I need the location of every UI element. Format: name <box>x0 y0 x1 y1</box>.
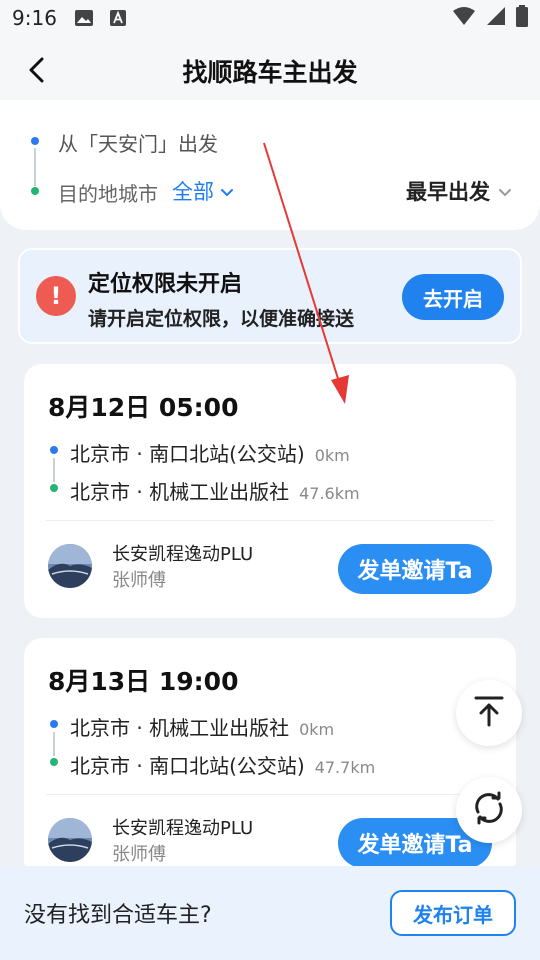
trip-start-distance: 0km <box>299 720 335 739</box>
route-connector <box>34 148 36 186</box>
enable-location-button[interactable]: 去开启 <box>402 274 504 320</box>
stop-connector <box>53 732 55 756</box>
app-header: 找顺路车主出发 <box>0 36 540 106</box>
end-dot <box>50 758 58 766</box>
origin-label[interactable]: 从「天安门」出发 <box>58 128 218 157</box>
trip-start-place: 北京市 · 南口北站(公交站) <box>70 442 305 466</box>
trip-end-distance: 47.7km <box>314 758 376 777</box>
back-arrow-icon <box>26 56 46 88</box>
card-divider <box>46 794 494 795</box>
font-a-icon <box>107 7 129 29</box>
trip-end-distance: 47.6km <box>299 484 360 503</box>
bottom-bar: 没有找到合适车主? 发布订单 <box>0 866 540 960</box>
origin-dot <box>31 137 39 145</box>
start-dot <box>50 720 58 728</box>
status-bar: 9:16 <box>0 0 540 36</box>
avatar[interactable] <box>48 544 92 588</box>
trip-card[interactable]: 8月12日 05:00 北京市 · 南口北站(公交站) 0km 北京市 · 机械… <box>24 364 516 618</box>
destination-dot <box>31 187 39 195</box>
refresh-button[interactable] <box>456 777 522 843</box>
battery-icon <box>516 4 528 32</box>
car-model: 长安凯程逸动PLU <box>112 818 254 839</box>
scroll-top-button[interactable] <box>456 680 522 746</box>
start-dot <box>50 446 58 454</box>
destination-city-value: 全部 <box>172 180 214 204</box>
permission-title: 定位权限未开启 <box>88 272 243 297</box>
permission-description: 请开启定位权限，以便准确接送 <box>88 308 355 330</box>
trip-time: 8月12日 05:00 <box>48 393 239 422</box>
publish-order-button[interactable]: 发布订单 <box>390 890 516 936</box>
alert-icon: ! <box>36 276 76 316</box>
invite-button[interactable]: 发单邀请Ta <box>338 544 492 594</box>
scroll-top-icon <box>472 694 506 732</box>
trip-start: 北京市 · 机械工业出版社 0km <box>70 712 334 741</box>
route-panel <box>0 100 540 230</box>
car-model: 长安凯程逸动PLU <box>112 544 254 565</box>
location-permission-banner: ! 定位权限未开启 请开启定位权限，以便准确接送 去开启 <box>18 248 522 344</box>
stop-connector <box>53 458 55 482</box>
trip-time: 8月13日 19:00 <box>48 667 239 696</box>
end-dot <box>50 484 58 492</box>
trip-start-distance: 0km <box>314 446 350 465</box>
trip-start: 北京市 · 南口北站(公交站) 0km <box>70 438 350 467</box>
chevron-down-icon <box>498 179 512 203</box>
trip-end-place: 北京市 · 机械工业出版社 <box>70 480 290 504</box>
wifi-icon <box>452 6 476 31</box>
destination-city-select[interactable]: 全部 <box>172 176 234 206</box>
destination-city-label: 目的地城市 <box>58 182 158 206</box>
trip-card[interactable]: 8月13日 19:00 北京市 · 机械工业出版社 0km 北京市 · 南口北站… <box>24 638 516 878</box>
back-button[interactable] <box>16 52 56 92</box>
page-title: 找顺路车主出发 <box>182 58 358 87</box>
card-divider <box>46 520 494 521</box>
refresh-icon <box>471 790 507 830</box>
trip-start-place: 北京市 · 机械工业出版社 <box>70 716 290 740</box>
gallery-icon <box>73 7 95 29</box>
trip-end-place: 北京市 · 南口北站(公交站) <box>70 754 305 778</box>
driver-name: 张师傅 <box>112 570 166 591</box>
trip-end: 北京市 · 南口北站(公交站) 47.7km <box>70 750 375 779</box>
status-time: 9:16 <box>12 6 57 30</box>
trip-end: 北京市 · 机械工业出版社 47.6km <box>70 476 360 505</box>
avatar[interactable] <box>48 818 92 862</box>
driver-name: 张师傅 <box>112 844 166 865</box>
signal-icon <box>486 6 506 31</box>
sort-select[interactable]: 最早出发 <box>406 176 512 206</box>
no-driver-prompt: 没有找到合适车主? <box>24 903 212 928</box>
chevron-down-icon <box>220 179 234 203</box>
sort-label: 最早出发 <box>406 180 490 204</box>
